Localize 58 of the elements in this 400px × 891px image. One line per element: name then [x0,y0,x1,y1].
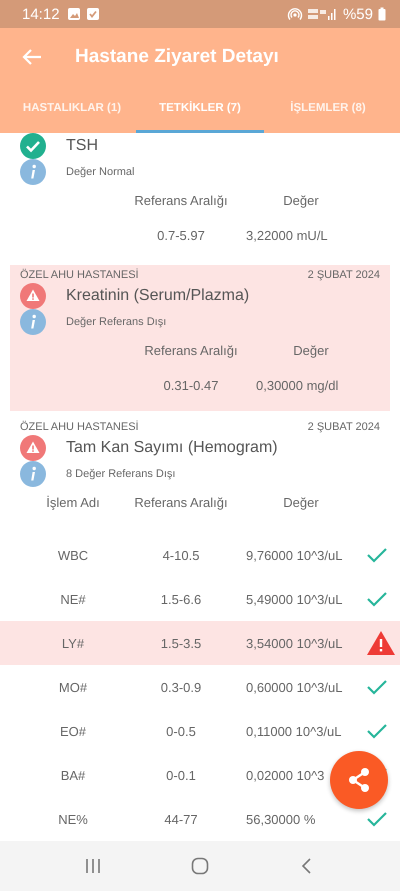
test-name: Tam Kan Sayımı (Hemogram) [66,439,278,457]
column-header: Değer [293,342,329,358]
hospital-name: ÖZEL AHU HASTANESİ [20,421,139,433]
result-note: Değer Referans Dışı [66,316,166,328]
column-header: Referans Aralığı [134,494,228,510]
table-cell: NE# [60,592,86,606]
table-cell-text: 0,11000 10^3/uL [245,724,342,738]
checkbox-icon [86,7,100,21]
test-date: 2 ŞUBAT 2024 [308,421,380,433]
table-cell-text: 0,02000 10^3 [245,768,324,782]
signal-icon [308,7,338,21]
table-cell-text: 0,30000 mg/dl [255,378,338,392]
info-icon[interactable] [20,159,46,185]
table-cell: WBC [58,548,88,562]
recent-apps-icon[interactable] [84,857,102,875]
table-cell: 4-10.5 [162,548,200,562]
battery-icon [378,7,386,21]
hotspot-icon [286,7,303,21]
result-note: Değer Normal [66,166,134,178]
hospital-name: ÖZEL AHU HASTANESİ [20,269,139,281]
table-cell: LY# [62,636,84,650]
test-name: Kreatinin (Serum/Plazma) [66,287,250,305]
table-cell: BA# [60,768,86,782]
table-cell: 0.7-5.97 [157,228,205,242]
screen-title: Hastane Ziyaret Detayı [75,46,279,68]
home-icon[interactable] [190,857,209,875]
table-cell-text: 56,30000 % [245,812,316,826]
result-note: 8 Değer Referans Dışı [66,468,176,480]
tab[interactable]: İŞLEMLER (8) [264,86,392,133]
test-date: 2 ŞUBAT 2024 [308,269,380,281]
table-cell: 1.5-3.5 [160,636,202,650]
column-header: Referans Aralığı [144,342,238,358]
info-icon[interactable] [20,309,46,335]
info-icon[interactable] [20,461,46,487]
column-header: Değer [283,494,319,510]
image-icon [66,7,81,21]
clock: 14:12 [22,6,60,22]
table-cell: 44-77 [164,812,198,826]
table-cell: MO# [58,680,88,694]
table-cell: NE% [58,812,88,826]
table-cell: 0.3-0.9 [160,680,202,694]
column-header: İşlem Adı [46,494,100,510]
column-header: Referans Aralığı [134,192,228,208]
test-name: TSH [66,137,98,155]
table-cell: 0-0.1 [166,768,196,782]
back-arrow-icon[interactable] [22,48,42,66]
table-cell-text: 3,22000 mU/L [245,228,328,242]
battery-level: %59 [342,6,373,22]
column-header: Değer [283,192,319,208]
table-cell: 0.31-0.47 [164,378,218,392]
table-cell: 0-0.5 [166,724,196,738]
table-cell-text: 5,49000 10^3/uL [245,592,342,606]
table-cell-text: 9,76000 10^3/uL [245,548,342,562]
table-cell: EO# [60,724,86,738]
table-cell: 1.5-6.6 [160,592,202,606]
table-cell-text: 0,60000 10^3/uL [245,680,342,694]
tab[interactable]: HASTALIKLAR (1) [8,86,136,133]
table-cell-text: 3,54000 10^3/uL [245,636,342,650]
